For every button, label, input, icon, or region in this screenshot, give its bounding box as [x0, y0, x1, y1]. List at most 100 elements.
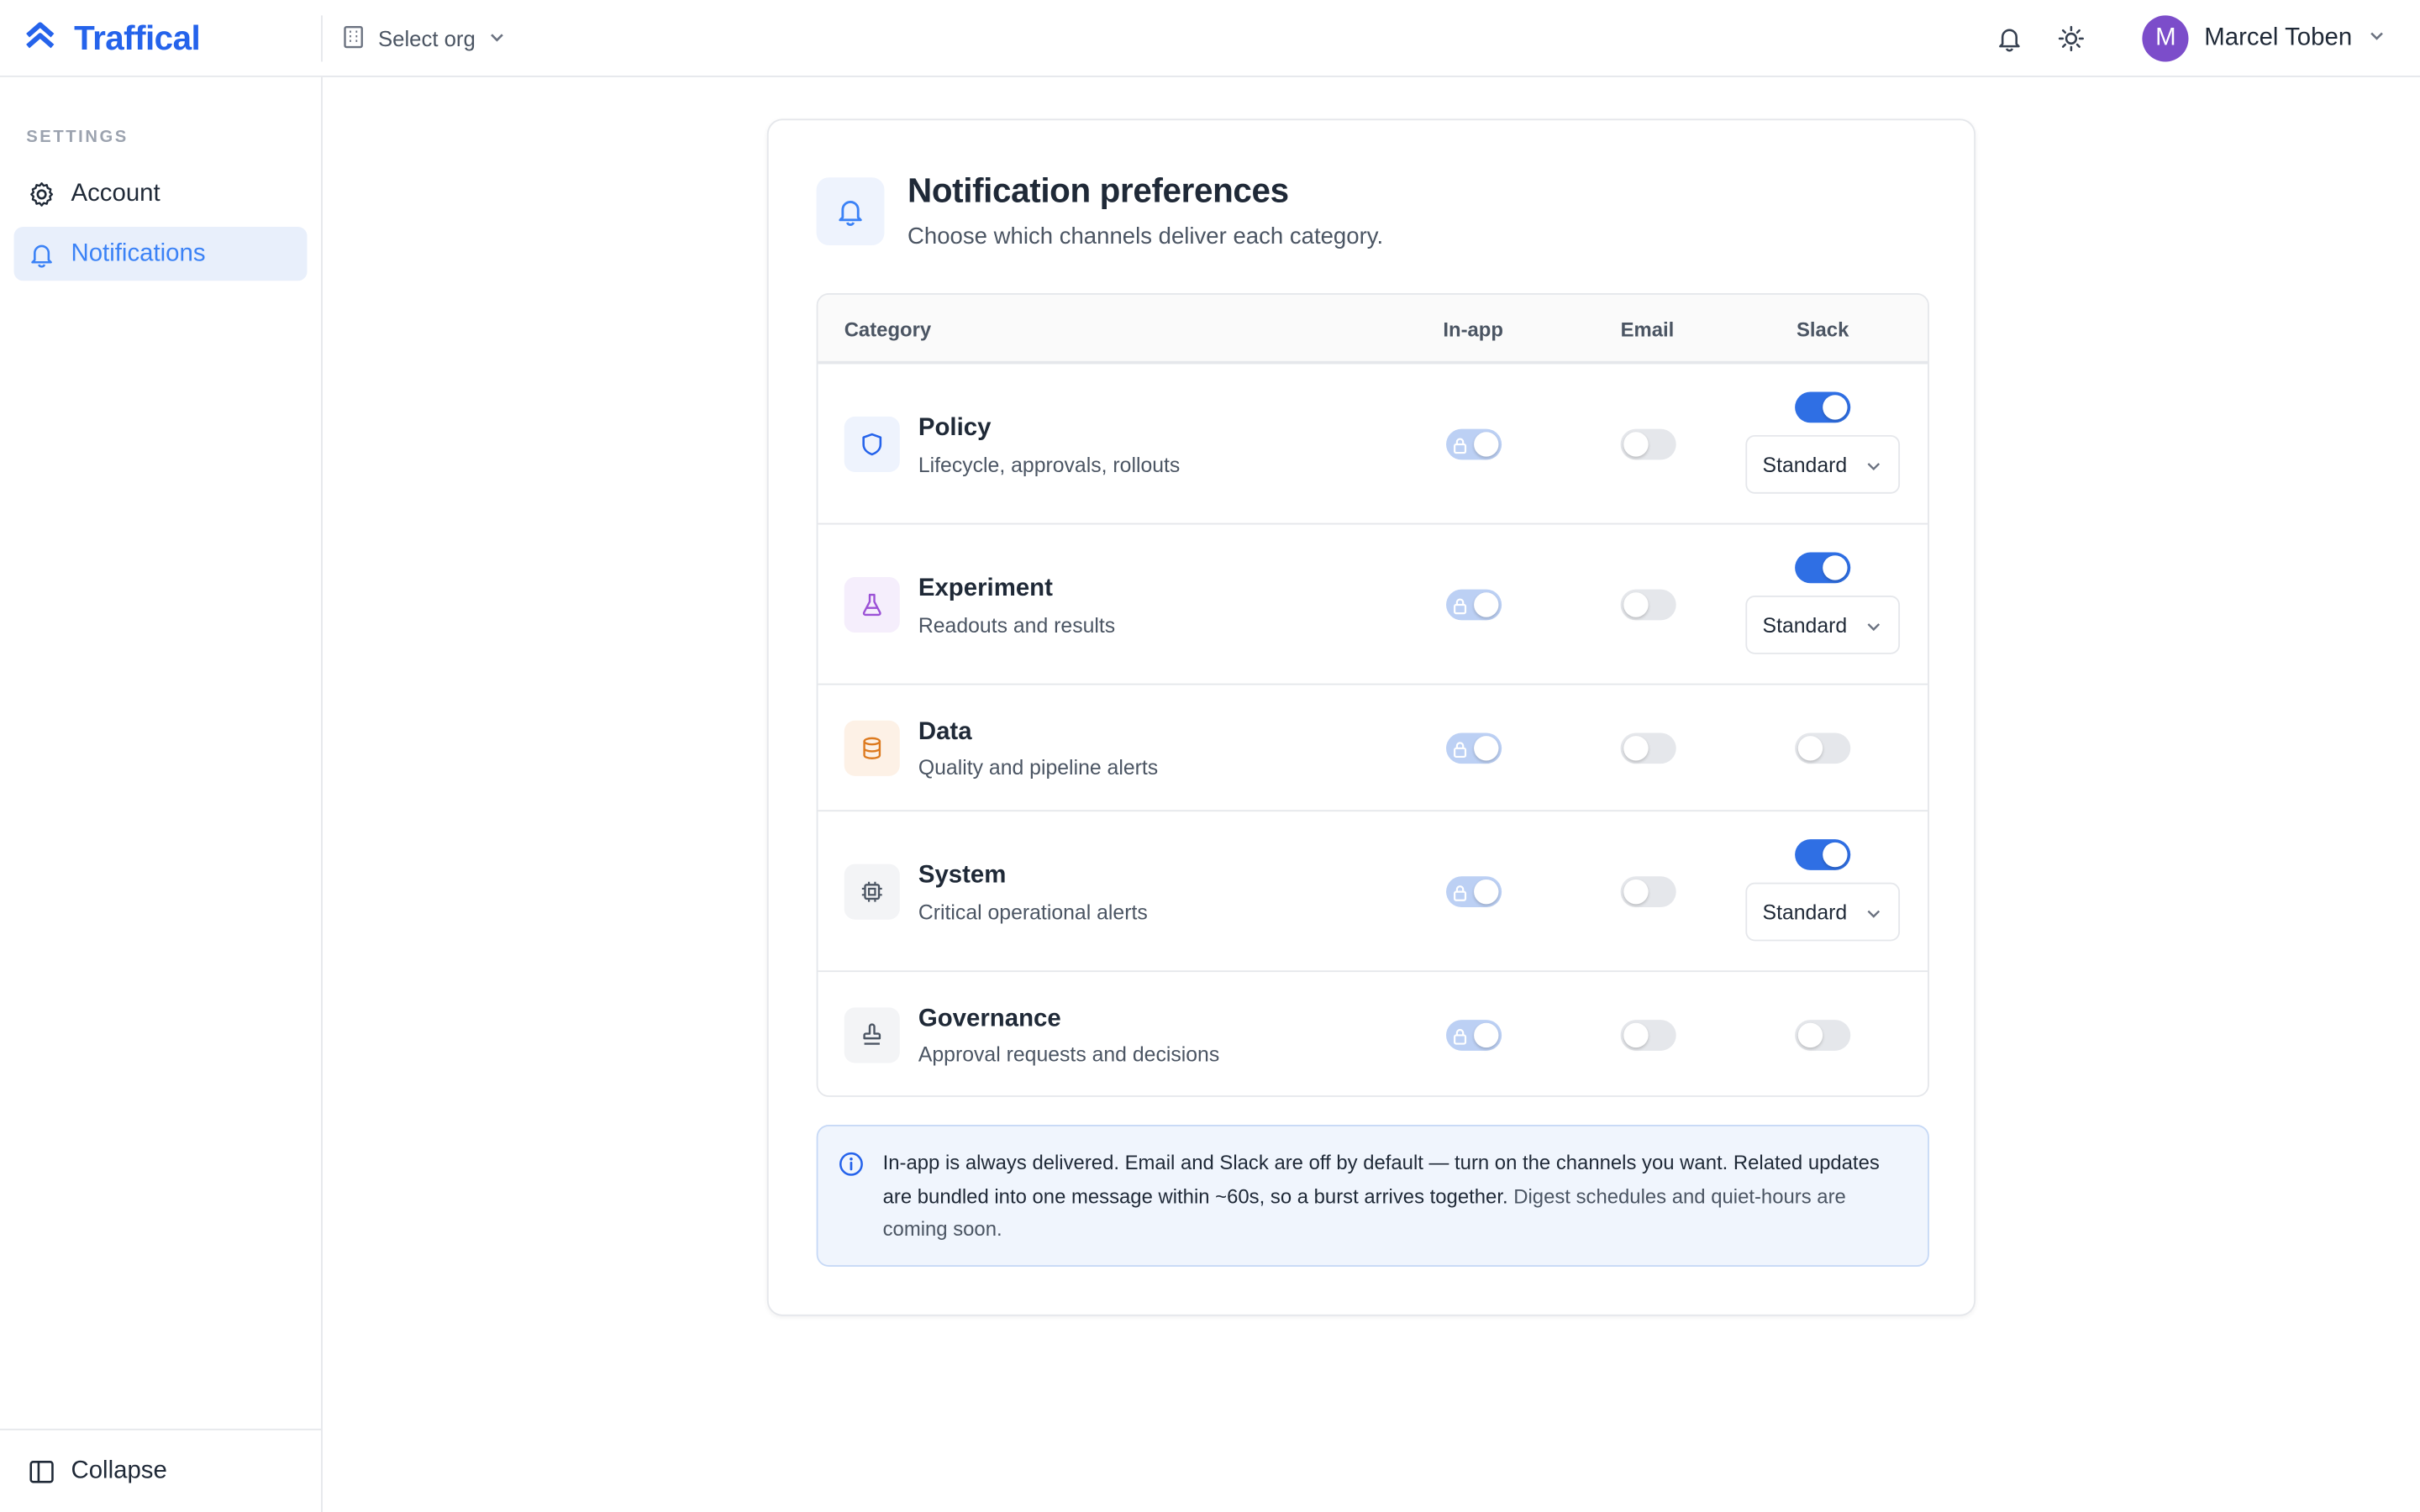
info-icon: [838, 1151, 864, 1184]
slack-mode-value: Standard: [1762, 900, 1848, 924]
email-toggle[interactable]: [1620, 1020, 1676, 1051]
toggle-knob: [1797, 736, 1823, 761]
chevron-down-icon: [1865, 617, 1883, 641]
toggle-knob: [1474, 1022, 1499, 1048]
sidebar-item-label: Notifications: [71, 239, 206, 266]
toggle-knob: [1474, 432, 1499, 457]
user-menu[interactable]: M Marcel Toben: [2142, 15, 2386, 62]
top-bar: Traffical Select org M Marcel Toben: [0, 0, 2420, 77]
toggle-knob: [1823, 395, 1848, 420]
slack-mode-value: Standard: [1762, 453, 1848, 476]
table-header: Category In-app Email Slack: [818, 294, 1928, 365]
building-icon: [341, 24, 366, 53]
table-row-system: System Critical operational alerts Stand…: [818, 811, 1928, 973]
slack-toggle[interactable]: [1795, 732, 1851, 764]
category-name: Experiment: [918, 575, 1053, 602]
app-root: Traffical Select org M Marcel Toben SETT…: [0, 0, 2420, 1512]
sun-icon: [2059, 25, 2085, 51]
lock-icon: [1452, 1026, 1467, 1053]
table-row-data: Data Quality and pipeline alerts: [818, 685, 1928, 812]
category-name: System: [918, 862, 1007, 889]
slack-mode-select[interactable]: Standard: [1745, 434, 1901, 494]
lock-icon: [1452, 883, 1467, 911]
user-name: Marcel Toben: [2204, 24, 2353, 51]
notification-preferences-card: Notification preferences Choose which ch…: [766, 118, 1976, 1316]
info-note-text: In-app is always delivered. Email and Sl…: [883, 1147, 1902, 1246]
column-header-slack: Slack: [1796, 318, 1849, 341]
chevron-down-icon: [487, 26, 506, 50]
chevron-down-icon: [1865, 904, 1883, 927]
email-toggle[interactable]: [1620, 428, 1676, 460]
bell-icon: [839, 200, 862, 226]
preferences-table: Category In-app Email Slack Policy Lifec…: [816, 292, 1929, 1097]
category-description: Lifecycle, approvals, rollouts: [918, 454, 1181, 477]
category-description: Quality and pipeline alerts: [918, 756, 1159, 780]
stamp-icon: [844, 1007, 900, 1063]
in-app-toggle-locked: [1446, 876, 1502, 907]
in-app-toggle-locked: [1446, 732, 1502, 764]
chevron-down-icon: [1865, 457, 1883, 480]
header-bell-badge: [816, 177, 885, 246]
email-toggle[interactable]: [1620, 589, 1676, 621]
top-right-controls: M Marcel Toben: [1985, 14, 2386, 64]
table-row-governance: Governance Approval requests and decisio…: [818, 972, 1928, 1095]
toggle-knob: [1623, 736, 1649, 761]
org-selector[interactable]: Select org: [321, 15, 506, 62]
traffical-logo-icon: [24, 19, 55, 58]
table-row-experiment: Experiment Readouts and results Standard: [818, 524, 1928, 685]
toggle-knob: [1623, 432, 1649, 457]
collapse-label: Collapse: [71, 1457, 167, 1484]
sidebar: SETTINGS Account Notifications Collapse: [0, 76, 323, 1512]
shield-icon: [844, 416, 900, 473]
sidebar-item-account[interactable]: Account: [14, 166, 308, 220]
toggle-knob: [1474, 736, 1499, 761]
slack-toggle[interactable]: [1795, 1020, 1851, 1051]
table-row-policy: Policy Lifecycle, approvals, rollouts St…: [818, 364, 1928, 525]
slack-toggle[interactable]: [1795, 839, 1851, 870]
collapse-sidebar-button[interactable]: Collapse: [0, 1428, 322, 1512]
category-description: Critical operational alerts: [918, 900, 1148, 925]
bell-icon: [1999, 29, 2021, 52]
column-header-category: Category: [844, 318, 932, 341]
gear-icon: [30, 181, 54, 206]
cpu-icon: [844, 864, 900, 920]
toggle-knob: [1623, 879, 1649, 905]
toggle-knob: [1623, 592, 1649, 617]
theme-toggle-button[interactable]: [2047, 14, 2096, 64]
in-app-toggle-locked: [1446, 589, 1502, 623]
category-name: Governance: [918, 1005, 1061, 1032]
org-select-label: Select org: [378, 26, 476, 51]
slack-mode-value: Standard: [1762, 613, 1848, 637]
email-toggle[interactable]: [1620, 732, 1676, 764]
column-header-in-app: In-app: [1443, 318, 1503, 341]
column-header-email: Email: [1620, 318, 1675, 341]
page-subtitle: Choose which channels deliver each categ…: [908, 223, 1384, 250]
email-toggle[interactable]: [1620, 876, 1676, 907]
lock-icon: [1452, 739, 1467, 767]
toggle-knob: [1474, 592, 1499, 617]
category-description: Approval requests and decisions: [918, 1042, 1220, 1067]
toggle-knob: [1797, 1022, 1823, 1048]
category-name: Policy: [918, 415, 992, 442]
slack-toggle[interactable]: [1795, 552, 1851, 584]
sidebar-panel-icon: [29, 1460, 54, 1483]
sidebar-section-label: SETTINGS: [26, 128, 129, 147]
info-note: In-app is always delivered. Email and Sl…: [816, 1124, 1929, 1267]
toggle-knob: [1823, 842, 1848, 868]
in-app-toggle-locked: [1446, 428, 1502, 463]
slack-toggle[interactable]: [1795, 391, 1851, 423]
sidebar-item-label: Account: [71, 179, 160, 207]
category-description: Readouts and results: [918, 614, 1116, 638]
in-app-toggle-locked: [1446, 1020, 1502, 1051]
avatar: M: [2142, 15, 2189, 62]
slack-mode-select[interactable]: Standard: [1745, 882, 1901, 942]
flask-icon: [844, 576, 900, 633]
brand[interactable]: Traffical: [24, 18, 201, 59]
lock-icon: [1452, 435, 1467, 463]
slack-mode-select[interactable]: Standard: [1745, 595, 1901, 654]
toggle-knob: [1623, 1022, 1649, 1048]
lock-icon: [1452, 596, 1467, 623]
notifications-bell-button[interactable]: [1985, 14, 2034, 64]
sidebar-item-notifications[interactable]: Notifications: [13, 227, 308, 281]
app-name: Traffical: [74, 18, 201, 57]
